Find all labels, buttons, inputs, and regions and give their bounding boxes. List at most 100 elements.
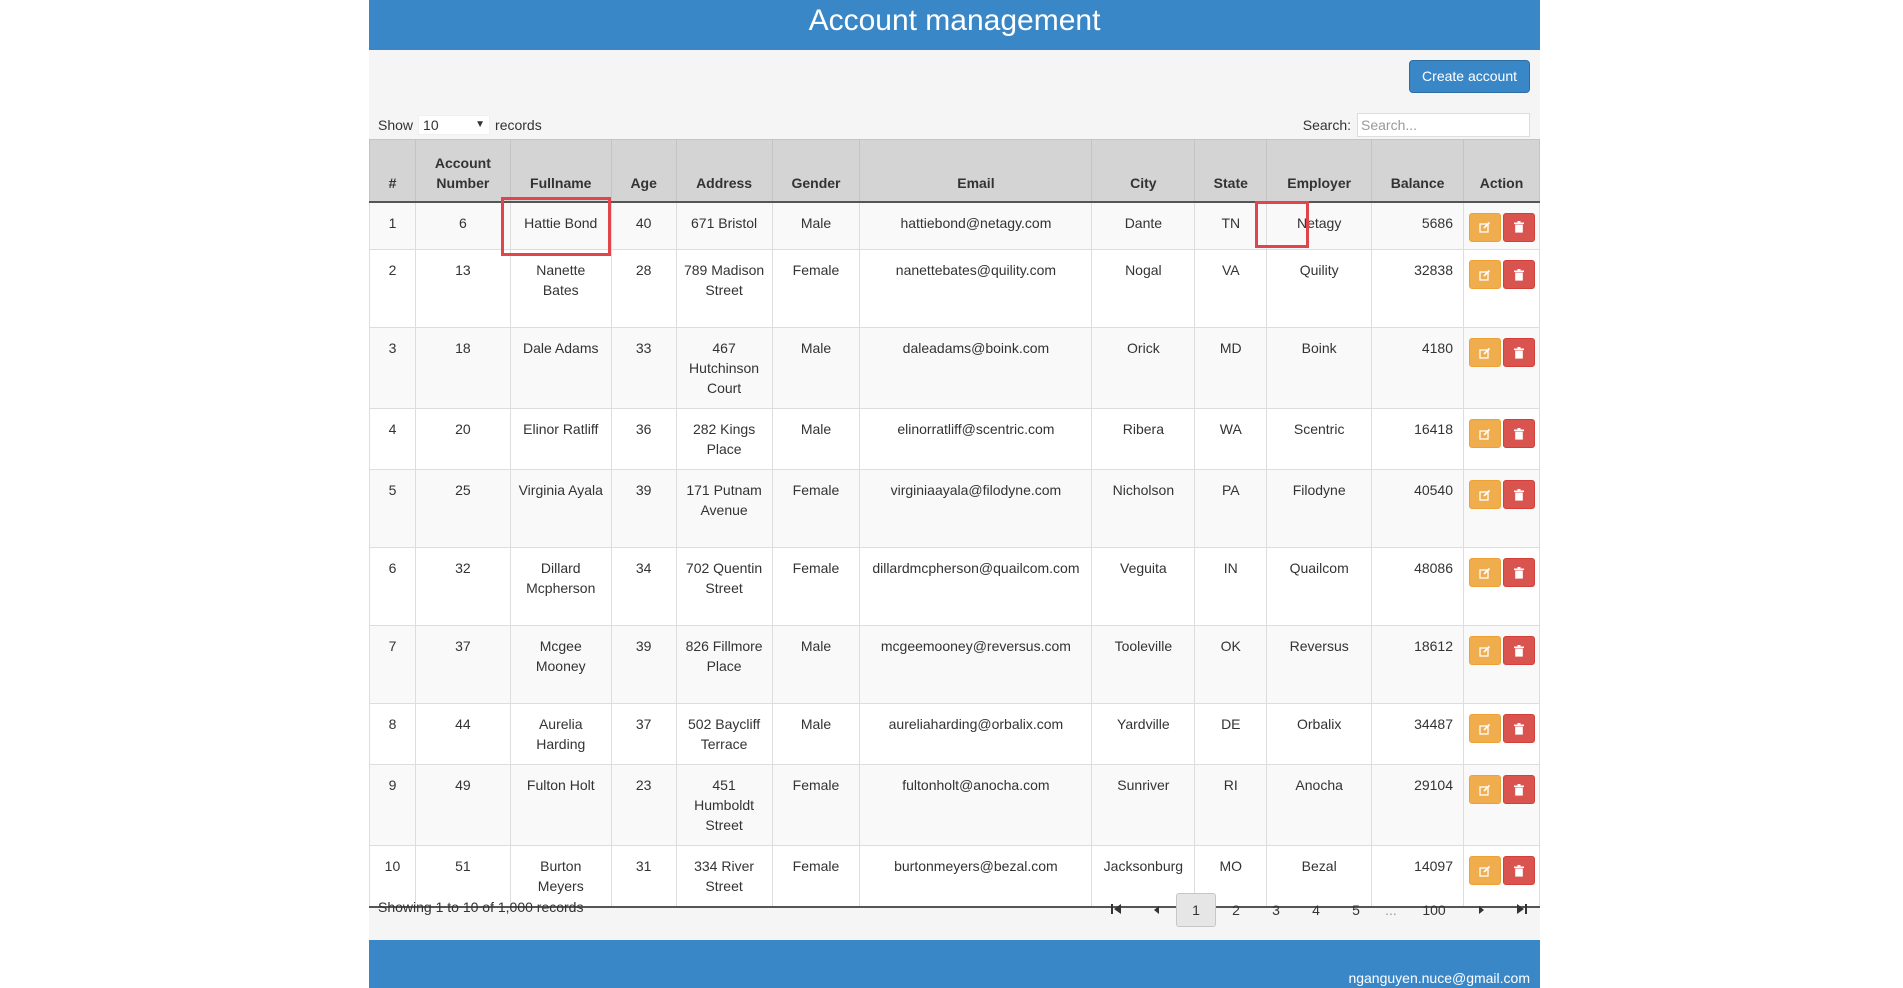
column-header[interactable]: State [1194, 139, 1268, 203]
cell-fullname: Elinor Ratliff [509, 408, 612, 470]
cell-fullname: Mcgee Mooney [509, 625, 612, 704]
delete-button[interactable] [1502, 856, 1535, 885]
edit-button[interactable] [1468, 558, 1501, 587]
last-page-button[interactable] [1502, 893, 1542, 927]
page-header: Account management [369, 0, 1540, 50]
table-header-row: # Account Number Fullname Age Address Ge… [369, 139, 1540, 203]
prev-page-button[interactable] [1136, 893, 1176, 927]
cell-fullname: Virginia Ayala [509, 469, 612, 548]
cell-employer: Filodyne [1266, 469, 1373, 548]
delete-button[interactable] [1502, 480, 1535, 509]
cell-age: 39 [610, 469, 677, 548]
edit-button[interactable] [1468, 212, 1501, 242]
contact-email: nganguyen.nuce@gmail.com [1348, 970, 1530, 986]
cell-age: 31 [610, 845, 677, 908]
table-row: 1 6 Hattie Bond 40 671 Bristol Male hattiebond… [369, 201, 1540, 250]
edit-button[interactable] [1468, 775, 1501, 804]
edit-button[interactable] [1468, 714, 1501, 743]
trash-icon [1513, 346, 1524, 359]
trash-icon [1513, 722, 1524, 735]
delete-button[interactable] [1502, 636, 1535, 665]
edit-button[interactable] [1468, 856, 1501, 885]
cell-balance: 4180 [1371, 327, 1464, 409]
page-size-select[interactable]: 10 ▼ [418, 115, 491, 135]
cell-email: hattiebond@netagy.com [859, 201, 1093, 250]
edit-icon [1478, 347, 1490, 359]
first-page-button[interactable] [1096, 893, 1136, 927]
edit-button[interactable] [1468, 338, 1501, 367]
delete-button[interactable] [1502, 212, 1535, 242]
search-input[interactable] [1357, 113, 1530, 137]
column-header[interactable]: Gender [771, 139, 861, 203]
cell-fullname: Dale Adams [509, 327, 612, 409]
delete-button[interactable] [1502, 558, 1535, 587]
column-header[interactable]: Age [610, 139, 677, 203]
cell-fullname: Dillard Mcpherson [509, 547, 612, 626]
first-page-icon [1111, 904, 1121, 914]
cell-action [1463, 469, 1540, 548]
page-button-1[interactable]: 1 [1176, 893, 1216, 927]
cell-employer: Quility [1266, 249, 1373, 328]
column-header[interactable]: Balance [1371, 139, 1464, 203]
column-header[interactable]: Account Number [414, 139, 511, 203]
pagination: 1 2 3 4 5 ... 100 [1096, 893, 1542, 927]
trash-icon [1513, 427, 1524, 440]
column-header[interactable]: Address [675, 139, 773, 203]
edit-icon [1478, 269, 1490, 281]
cell-idx: 8 [369, 703, 416, 765]
accounts-table: # Account Number Fullname Age Address Ge… [369, 139, 1540, 908]
edit-button[interactable] [1468, 480, 1501, 509]
cell-city: Veguita [1091, 547, 1196, 626]
edit-button[interactable] [1468, 419, 1501, 448]
column-header[interactable]: City [1091, 139, 1196, 203]
cell-address: 702 Quentin Street [675, 547, 773, 626]
cell-email: elinorratliff@scentric.com [859, 408, 1093, 470]
column-header[interactable]: Email [859, 139, 1093, 203]
cell-gender: Male [771, 408, 861, 470]
cell-fullname: Aurelia Harding [509, 703, 612, 765]
cell-email: dillardmcpherson@quailcom.com [859, 547, 1093, 626]
delete-button[interactable] [1502, 419, 1535, 448]
create-account-button[interactable]: Create account [1409, 60, 1530, 93]
edit-icon [1478, 221, 1490, 233]
next-page-button[interactable] [1462, 893, 1502, 927]
cell-city: Nogal [1091, 249, 1196, 328]
cell-account: 49 [414, 764, 511, 846]
delete-button[interactable] [1502, 260, 1535, 289]
page-button-2[interactable]: 2 [1216, 893, 1256, 927]
page-button-3[interactable]: 3 [1256, 893, 1296, 927]
delete-button[interactable] [1502, 775, 1535, 804]
delete-button[interactable] [1502, 714, 1535, 743]
trash-icon [1513, 488, 1524, 501]
cell-state: WA [1194, 408, 1268, 470]
column-header[interactable]: # [369, 139, 416, 203]
cell-state: OK [1194, 625, 1268, 704]
dropdown-caret-icon: ▼ [475, 119, 486, 130]
cell-account: 32 [414, 547, 511, 626]
cell-state: RI [1194, 764, 1268, 846]
cell-action [1463, 764, 1540, 846]
cell-action [1463, 249, 1540, 328]
cell-account: 18 [414, 327, 511, 409]
edit-button[interactable] [1468, 260, 1501, 289]
cell-action [1463, 327, 1540, 409]
cell-state: DE [1194, 703, 1268, 765]
cell-fullname: Hattie Bond [509, 201, 612, 250]
last-page-icon [1517, 904, 1527, 914]
page-button-5[interactable]: 5 [1336, 893, 1376, 927]
cell-address: 826 Fillmore Place [675, 625, 773, 704]
delete-button[interactable] [1502, 338, 1535, 367]
column-header: Action [1463, 139, 1540, 203]
column-header[interactable]: Fullname [509, 139, 612, 203]
edit-button[interactable] [1468, 636, 1501, 665]
cell-idx: 7 [369, 625, 416, 704]
column-header[interactable]: Employer [1266, 139, 1373, 203]
page-button-4[interactable]: 4 [1296, 893, 1336, 927]
toolbar: Create account [369, 50, 1540, 110]
cell-age: 36 [610, 408, 677, 470]
cell-gender: Male [771, 327, 861, 409]
cell-city: Nicholson [1091, 469, 1196, 548]
cell-gender: Female [771, 469, 861, 548]
page-button-100[interactable]: 100 [1406, 893, 1462, 927]
table-controls: Show 10 ▼ records Search: [369, 110, 1540, 140]
